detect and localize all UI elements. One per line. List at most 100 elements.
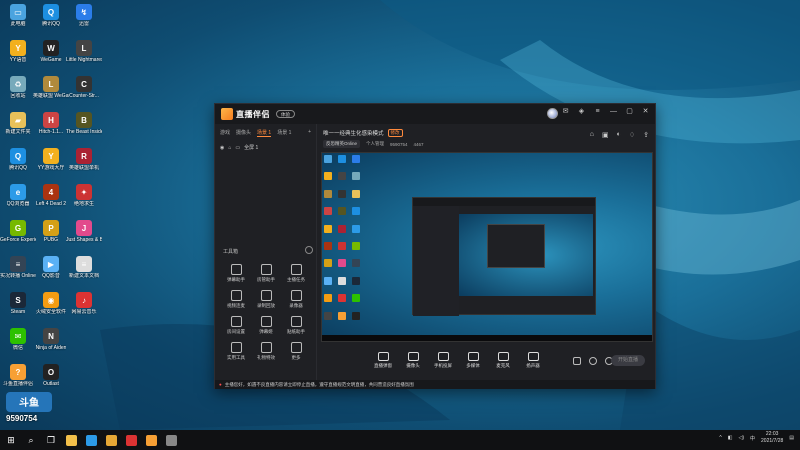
- desktop-icon-glyph-icon: ▶: [43, 256, 59, 272]
- close-icon[interactable]: ✕: [642, 108, 649, 115]
- skin-icon[interactable]: ◈: [578, 108, 585, 115]
- desktop-icon[interactable]: H Hitch-1.1...: [34, 110, 68, 140]
- bottom-tool[interactable]: 多媒体: [459, 351, 487, 369]
- record-icon[interactable]: ◐: [617, 131, 621, 139]
- ime-indicator[interactable]: 中: [750, 435, 755, 442]
- desktop-icon[interactable]: ▶ QQ影音: [34, 254, 68, 284]
- scene-tab[interactable]: 游戏: [220, 129, 230, 137]
- tool-item[interactable]: 弹幕姬: [251, 316, 281, 335]
- share-icon[interactable]: ⇪: [643, 131, 649, 139]
- timer-icon[interactable]: [589, 357, 597, 365]
- lock-room-icon[interactable]: ▣: [602, 131, 609, 139]
- left-panel: 游戏 摄像头 场景 1 场景 1 + ◉ ⌂ ▭ 全屏 1 工具箱 弹幕助手 房管助手 主播…: [215, 124, 317, 380]
- user-avatar[interactable]: [547, 108, 558, 119]
- tool-item[interactable]: 弹幕助手: [221, 264, 251, 283]
- desktop-icon[interactable]: ◉ 火绒安全软件: [34, 290, 68, 320]
- stream-preview[interactable]: [321, 152, 653, 342]
- desktop-icon[interactable]: ≡ 新建文本文档: [67, 254, 101, 284]
- desktop-icon[interactable]: W WeGame: [34, 38, 68, 68]
- desktop-icon[interactable]: ✦ 绝地求生: [67, 182, 101, 212]
- desktop-icon[interactable]: ▰ 新建文件夹: [1, 110, 35, 140]
- bottom-tool[interactable]: 麦克风: [489, 351, 517, 369]
- desktop-icon[interactable]: B The Beast Inside: [66, 110, 102, 140]
- desktop-icon[interactable]: ▭ 此电脑: [1, 2, 35, 32]
- desktop-icon-label: 此电脑: [10, 21, 26, 27]
- desktop-icon-glyph-icon: Y: [43, 148, 59, 164]
- desktop-icon[interactable]: JJust Shapes & Beats: [66, 218, 102, 248]
- room-title[interactable]: 唯一一经典生化感染模式: [323, 129, 384, 137]
- desktop-icon[interactable]: ♻ 回收站: [1, 74, 35, 104]
- desktop-icon[interactable]: ✉ 微信: [1, 326, 35, 356]
- preview-desktop-icon: [352, 276, 360, 285]
- bell-icon[interactable]: ♢: [629, 131, 635, 139]
- room-category[interactable]: 反恐精英Online: [323, 140, 361, 148]
- tray-expand-icon[interactable]: ^: [719, 435, 721, 441]
- tool-item[interactable]: 房间设置: [221, 316, 251, 335]
- clock[interactable]: 22:03 2021/7/28: [761, 431, 783, 445]
- desktop-icon[interactable]: C Counter-Str...: [67, 74, 101, 104]
- desktop-icon[interactable]: L Little Nightmares: [66, 38, 102, 68]
- gift-icon[interactable]: ⌂: [590, 131, 594, 139]
- desktop-icon[interactable]: S Steam: [1, 290, 35, 320]
- desktop-icon[interactable]: Q 腾讯QQ: [1, 146, 35, 176]
- taskbar-app-douyu-companion[interactable]: [142, 431, 160, 449]
- desktop-icon[interactable]: ♪ 网易云音乐: [67, 290, 101, 320]
- desktop-icon-label: 英雄联盟单机: [68, 165, 99, 171]
- record-camera-icon[interactable]: [573, 357, 581, 365]
- bottom-tool[interactable]: 手机投屏: [429, 351, 457, 369]
- scene-tab[interactable]: 场景 1: [277, 129, 291, 137]
- scene-tab[interactable]: 摄像头: [236, 129, 251, 137]
- bottom-tool[interactable]: 摄像头: [399, 351, 427, 369]
- tool-item[interactable]: 房管助手: [251, 264, 281, 283]
- taskbar-app-counter-strike[interactable]: [162, 431, 180, 449]
- edit-title-button[interactable]: 修改: [387, 129, 403, 137]
- taskbar-app-qq-browser[interactable]: [82, 431, 100, 449]
- desktop-icon[interactable]: Y YY语音: [1, 38, 35, 68]
- taskbar-app-file-explorer[interactable]: [62, 431, 80, 449]
- room-manage[interactable]: 个人管理: [366, 141, 384, 147]
- desktop-icon[interactable]: R 英雄联盟单机: [67, 146, 101, 176]
- desktop-icon[interactable]: ≡ 实况转播 Online: [0, 254, 36, 284]
- desktop-icon[interactable]: L英雄联盟 WeGame版: [33, 74, 69, 104]
- message-icon[interactable]: ✉: [562, 108, 569, 115]
- maximize-icon[interactable]: ▢: [626, 108, 633, 115]
- desktop-icon[interactable]: Y YY游戏大厅: [34, 146, 68, 176]
- desktop-icon[interactable]: N Ninja of Aiden: [34, 326, 68, 356]
- lock-icon[interactable]: ⌂: [228, 145, 231, 151]
- desktop-icon[interactable]: e QQ浏览器: [1, 182, 35, 212]
- tool-item[interactable]: 礼物特效: [251, 342, 281, 361]
- desktop-icon[interactable]: 4 Left 4 Dead 2: [34, 182, 68, 212]
- version-badge[interactable]: 体验: [276, 110, 295, 118]
- tool-item[interactable]: 录像器: [281, 290, 311, 309]
- notification-icon[interactable]: ▤: [789, 435, 794, 441]
- add-scene-icon[interactable]: +: [308, 129, 311, 137]
- source-list-item[interactable]: ◉ ⌂ ▭ 全屏 1: [215, 137, 316, 158]
- tool-item[interactable]: 贴纸助手: [281, 316, 311, 335]
- tool-item[interactable]: 录制回放: [251, 290, 281, 309]
- start-windows-icon[interactable]: ⊞: [2, 431, 20, 449]
- minimize-icon[interactable]: —: [610, 108, 617, 115]
- desktop-icon[interactable]: P PUBG: [34, 218, 68, 248]
- bottom-tool[interactable]: 扬声器: [519, 351, 547, 369]
- taskbar-app-folder[interactable]: [102, 431, 120, 449]
- bottom-tool[interactable]: 直播弹窗: [369, 351, 397, 369]
- tool-icon: [290, 342, 302, 353]
- visibility-eye-icon[interactable]: ◉: [220, 145, 224, 151]
- desktop-icon[interactable]: ↯ 迅雷: [67, 2, 101, 32]
- task-view-icon[interactable]: ❐: [42, 431, 60, 449]
- network-icon[interactable]: ◧: [728, 435, 733, 441]
- tool-item[interactable]: 更多: [281, 342, 311, 361]
- menu-icon[interactable]: ≡: [594, 108, 601, 115]
- taskbar-app-red-app[interactable]: [122, 431, 140, 449]
- desktop-icon[interactable]: GGeForce Experience: [0, 218, 36, 248]
- scene-tab[interactable]: 场景 1: [257, 129, 272, 137]
- tool-item[interactable]: 主播任务: [281, 264, 311, 283]
- volume-icon[interactable]: ◁): [738, 435, 744, 441]
- search-icon[interactable]: ⌕: [22, 431, 40, 449]
- tools-collapse-icon[interactable]: [305, 246, 313, 254]
- tool-item[interactable]: 视频连麦: [221, 290, 251, 309]
- app-titlebar[interactable]: 直播伴侣 体验 ✉ ◈ ≡ — ▢ ✕: [215, 104, 655, 124]
- tool-item[interactable]: 实用工具: [221, 342, 251, 361]
- start-live-button[interactable]: 开始直播: [611, 355, 645, 366]
- desktop-icon[interactable]: Q 腾讯QQ: [34, 2, 68, 32]
